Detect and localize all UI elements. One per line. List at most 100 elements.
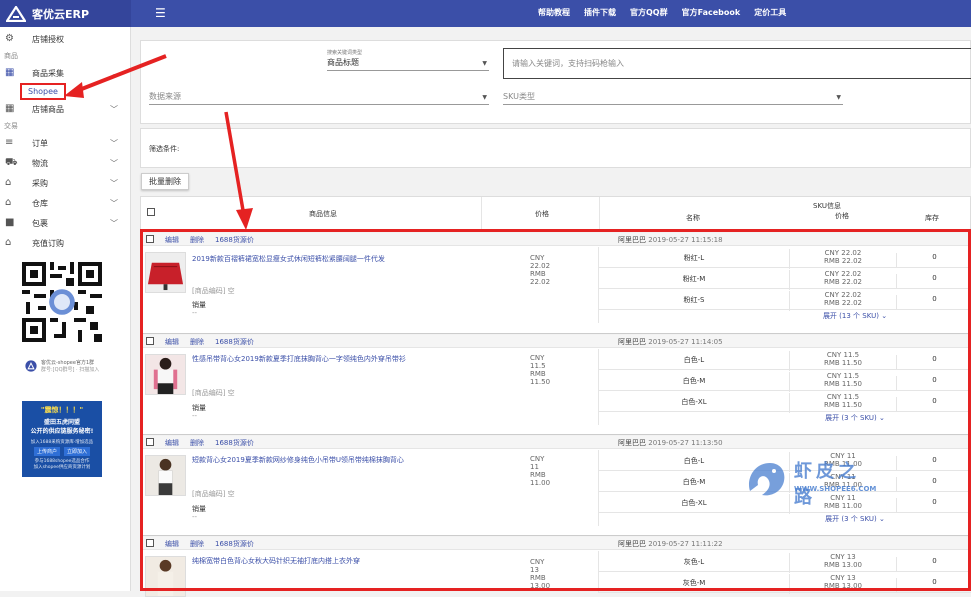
sidebar-item-recharge[interactable]: ⌂ 充值订购 [0,233,130,253]
sidebar-item-orders[interactable]: ≡ 订单 ﹀ [0,133,130,153]
timestamp: 2019-05-27 11:13:50 [648,439,723,447]
sidebar-group-label: 商品 [4,52,18,60]
product-row-header: 编辑 删除 1688货源价 阿里巴巴 2019-05-27 11:11:22 [140,537,971,550]
sku-price: CNY 11 RMB 11.00 [789,494,896,514]
row-checkbox[interactable] [146,438,154,446]
top-nav: 帮助教程 插件下载 官方QQ群 官方Facebook 定价工具 [538,7,786,18]
sku-name: 粉红-M [682,275,706,283]
select-all-checkbox[interactable] [147,208,155,216]
product-price: CNY 13 RMB 13.00 [530,558,550,590]
product-row-header: 编辑 删除 1688货源价 阿里巴巴 2019-05-27 11:15:18 [140,233,971,246]
sidebar-item-parcels[interactable]: ■ 包裹 ﹀ [0,213,130,233]
sku-price-rmb: RMB 13.00 [824,561,862,569]
sidebar-item-product-collect[interactable]: ▦ 商品采集 ︿ [0,63,130,83]
product-thumbnail[interactable] [145,252,186,293]
menu-toggle-icon[interactable]: ☰ [155,6,166,20]
top-bar: 客优云ERP ☰ 帮助教程 插件下载 官方QQ群 官方Facebook 定价工具 [0,0,971,27]
promo-line2: 公开的供应链服务秘密! [30,428,94,435]
edit-link[interactable]: 编辑 [165,337,179,347]
sku-row: 白色-M CNY 11 RMB 11.00 0 [599,471,971,493]
promo-banner[interactable]: "震惊！！！" 盛田五虎同盟 公开的供应链服务秘密! 加入1688采购资源库·增… [22,401,102,477]
sku-row: 白色-M CNY 11.5 RMB 11.50 0 [599,370,971,392]
sku-price: CNY 13 RMB 13.00 [789,553,896,573]
nav-pricing-tool[interactable]: 定价工具 [754,7,786,18]
product-row: 编辑 删除 1688货源价 阿里巴巴 2019-05-27 11:14:05 性… [140,335,971,435]
product-thumbnail[interactable] [145,455,186,496]
sidebar-item-store-auth[interactable]: ⚙ 店铺授权 [0,29,130,49]
source-price-link[interactable]: 1688货源价 [215,539,254,549]
grid-icon: ▦ [5,103,15,114]
product-title-link[interactable]: 纯棉宽带白色背心女秋大码针织无袖打底内搭上衣外穿 [192,556,360,566]
expand-skus-link[interactable]: 展开 (3 个 SKU) ⌄ [599,412,971,425]
column-divider [481,197,482,231]
sidebar-item-label: 充值订购 [32,238,64,248]
sku-stock: 0 [896,376,971,390]
product-title-link[interactable]: 性感吊带背心女2019新款夏季打底抹胸背心一字领纯色内外穿吊带衫 [192,354,406,364]
sidebar-item-store-products[interactable]: ▦ 店铺商品 ﹀ [0,99,130,119]
search-input[interactable]: 请输入关键词，支持扫码枪输入 [503,48,971,79]
price-rmb: 11.50 [530,378,551,386]
home-icon: ⌂ [5,177,12,188]
delete-link[interactable]: 删除 [190,539,204,549]
nav-plugin-download[interactable]: 插件下载 [584,7,616,18]
grid-icon: ▦ [5,67,15,78]
price-rmb: 11.00 [530,479,551,487]
sidebar-item-warehouse[interactable]: ⌂ 仓库 ﹀ [0,193,130,213]
sidebar-subitem-label: Shopee [20,82,66,100]
product-row-header: 编辑 删除 1688货源价 阿里巴巴 2019-05-27 11:14:05 [140,335,971,348]
nav-help[interactable]: 帮助教程 [538,7,570,18]
source-price-link[interactable]: 1688货源价 [215,337,254,347]
nav-qq-group[interactable]: 官方QQ群 [630,7,668,18]
source-price-link[interactable]: 1688货源价 [215,235,254,245]
sku-stock: 0 [896,355,971,369]
row-checkbox[interactable] [146,235,154,243]
delete-link[interactable]: 删除 [190,438,204,448]
row-checkbox[interactable] [146,337,154,345]
product-title-link[interactable]: 2019新款百褶裤裙宽松显瘦女式休闲短裤松紧腰阔腿一件代发 [192,254,385,264]
sidebar-subitem-shopee[interactable]: Shopee [0,82,130,100]
sku-list: 白色-L CNY 11 RMB 11.00 0 白色-M CNY 11 RMB 11.00… [598,450,971,526]
sidebar-item-purchase[interactable]: ⌂ 采购 ﹀ [0,173,130,193]
sku-price-cny: CNY 11 [830,452,856,460]
sku-stock: 0 [896,557,971,571]
sku-name: 灰色-M [682,579,706,587]
qr-caption-text: 客优云-shopee官方1群 [41,360,95,366]
sku-price-cny: CNY 11 [830,473,856,481]
app-logo[interactable]: 客优云ERP [0,0,131,27]
source-timestamp: 阿里巴巴 2019-05-27 11:11:22 [618,539,723,549]
edit-link[interactable]: 编辑 [165,235,179,245]
row-checkbox[interactable] [146,539,154,547]
edit-link[interactable]: 编辑 [165,438,179,448]
product-title-link[interactable]: 短款背心女2019夏季新款网纱修身纯色小吊带U领吊带纯棉抹胸背心 [192,455,404,465]
sku-price: CNY 11.5 RMB 11.50 [789,351,896,371]
delete-link[interactable]: 删除 [190,337,204,347]
sku-type-select[interactable]: SKU类型 ▼ [503,87,843,105]
promo-button-join[interactable]: 立即加入 [64,447,91,456]
nav-facebook[interactable]: 官方Facebook [682,7,741,18]
sidebar-item-logistics[interactable]: ⛟ 物流 ﹀ [0,153,130,173]
source-name: 阿里巴巴 [618,338,646,346]
search-type-select[interactable]: 商品标题 ▼ [327,55,489,71]
data-source-select[interactable]: 数据来源 ▼ [149,87,489,105]
promo-button-upload[interactable]: 上传商户 [33,447,60,456]
sku-stock: 0 [896,477,971,491]
source-price-link[interactable]: 1688货源价 [215,438,254,448]
sku-price: CNY 11 RMB 11.00 [789,452,896,472]
source-timestamp: 阿里巴巴 2019-05-27 11:14:05 [618,337,723,347]
expand-skus-link[interactable]: 展开 (3 个 SKU) ⌄ [599,513,971,526]
sku-row: 白色-XL CNY 11 RMB 11.00 0 [599,492,971,514]
qr-code-image [22,262,102,342]
sku-list: 粉红-L CNY 22.02 RMB 22.02 0 粉红-M CNY 22.02 RMB… [598,247,971,323]
list-icon: ≡ [5,137,14,148]
sku-stock: 0 [896,498,971,512]
data-source-placeholder: 数据来源 [149,92,181,101]
bulk-delete-button[interactable]: 批量删除 [141,173,189,190]
expand-label: 展开 (13 个 SKU) [822,312,879,320]
sku-price-cny: CNY 22.02 [824,249,862,257]
product-thumbnail[interactable] [145,354,186,395]
edit-link[interactable]: 编辑 [165,539,179,549]
delete-link[interactable]: 删除 [190,235,204,245]
sku-row: 白色-L CNY 11 RMB 11.00 0 [599,450,971,472]
sku-price: CNY 13 RMB 13.00 [789,574,896,594]
expand-skus-link[interactable]: 展开 (13 个 SKU) ⌄ [599,310,971,323]
